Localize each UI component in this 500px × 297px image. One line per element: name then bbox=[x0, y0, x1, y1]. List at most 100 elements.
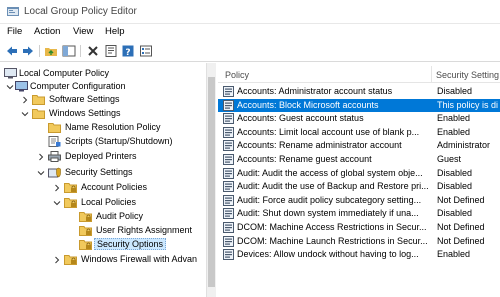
help-icon[interactable]: ? bbox=[121, 44, 135, 58]
policy-setting-icon bbox=[223, 99, 234, 111]
show-hide-tree-icon[interactable] bbox=[62, 44, 76, 58]
back-icon[interactable] bbox=[5, 44, 19, 58]
column-header-security-setting[interactable]: Security Setting bbox=[436, 70, 499, 80]
menu-bar: File Action View Help bbox=[0, 24, 500, 40]
chevron-right-icon[interactable] bbox=[21, 96, 29, 104]
table-row[interactable]: DCOM: Machine Access Restrictions in Sec… bbox=[218, 221, 500, 234]
svg-text:?: ? bbox=[125, 48, 130, 58]
tree-item-local-computer-policy[interactable]: Local Computer Policy bbox=[0, 68, 205, 81]
table-row[interactable]: Audit: Shut down system immediately if u… bbox=[218, 207, 500, 220]
tree-item-windows-firewall[interactable]: Windows Firewall with Advan bbox=[0, 254, 205, 267]
console-tree: Local Computer Policy Computer Configura… bbox=[0, 63, 216, 297]
column-divider[interactable] bbox=[431, 66, 432, 82]
folder-lock-icon bbox=[64, 183, 77, 193]
scrollbar-thumb[interactable] bbox=[208, 77, 215, 287]
table-row[interactable]: DCOM: Machine Launch Restrictions in Sec… bbox=[218, 235, 500, 248]
tree-item-security-settings[interactable]: Security Settings bbox=[0, 167, 205, 180]
folder-icon bbox=[48, 123, 61, 133]
chevron-down-icon[interactable] bbox=[6, 83, 14, 91]
tree-item-scripts[interactable]: Scripts (Startup/Shutdown) bbox=[0, 136, 205, 149]
tree-item-software-settings[interactable]: Software Settings bbox=[0, 94, 205, 107]
policy-setting-icon bbox=[223, 86, 234, 97]
tree-item-computer-configuration[interactable]: Computer Configuration bbox=[0, 81, 205, 94]
folder-lock-icon bbox=[64, 255, 77, 265]
chevron-right-icon[interactable] bbox=[53, 184, 61, 192]
menu-view[interactable]: View bbox=[73, 26, 93, 37]
menu-action[interactable]: Action bbox=[34, 26, 60, 37]
table-row[interactable]: Accounts: Limit local account use of bla… bbox=[218, 126, 500, 139]
toolbar-separator bbox=[80, 45, 81, 57]
policy-setting-icon bbox=[223, 249, 234, 261]
tree-item-audit-policy[interactable]: Audit Policy bbox=[0, 211, 205, 224]
tree-item-name-resolution-policy[interactable]: Name Resolution Policy bbox=[0, 122, 205, 135]
forward-icon[interactable] bbox=[21, 44, 35, 58]
tree-item-label: Security Settings bbox=[65, 167, 133, 177]
menu-help[interactable]: Help bbox=[105, 26, 125, 37]
tree-item-local-policies[interactable]: Local Policies bbox=[0, 197, 205, 210]
tree-item-deployed-printers[interactable]: Deployed Printers bbox=[0, 151, 205, 164]
table-row[interactable]: Accounts: Guest account status Enabled bbox=[218, 112, 500, 125]
policy-name: Audit: Shut down system immediately if u… bbox=[237, 208, 419, 219]
tree-item-label: Deployed Printers bbox=[65, 151, 137, 161]
table-row[interactable]: Devices: Allow undock without having to … bbox=[218, 248, 500, 261]
menu-file[interactable]: File bbox=[7, 26, 22, 37]
tree-item-account-policies[interactable]: Account Policies bbox=[0, 182, 205, 195]
up-folder-icon[interactable] bbox=[44, 44, 58, 58]
table-row[interactable]: Accounts: Rename guest account Guest bbox=[218, 153, 500, 166]
security-setting-value: Not Defined bbox=[437, 222, 485, 232]
policy-list: Policy Security Setting Accounts: Admini… bbox=[218, 63, 500, 297]
chevron-down-icon[interactable] bbox=[21, 110, 29, 118]
chevron-right-icon[interactable] bbox=[53, 256, 61, 264]
policy-name: Accounts: Guest account status bbox=[237, 113, 364, 124]
security-setting-value: This policy is di bbox=[437, 99, 499, 110]
policy-setting-icon bbox=[223, 194, 234, 206]
tree-item-windows-settings[interactable]: Windows Settings bbox=[0, 108, 205, 121]
export-list-icon[interactable] bbox=[139, 44, 153, 58]
policy-setting-icon bbox=[223, 167, 234, 179]
tree-item-label: Windows Firewall with Advan bbox=[81, 254, 198, 264]
chevron-right-icon[interactable] bbox=[37, 153, 45, 161]
tree-item-label: Local Policies bbox=[81, 197, 137, 207]
security-setting-value: Guest bbox=[437, 154, 462, 164]
policy-name: Devices: Allow undock without having to … bbox=[237, 249, 419, 260]
table-row[interactable]: Accounts: Administrator account status Di… bbox=[218, 85, 500, 98]
list-header: Policy Security Setting bbox=[218, 63, 500, 83]
policy-setting-icon bbox=[223, 126, 234, 138]
table-row[interactable]: Audit: Audit the access of global system… bbox=[218, 167, 500, 180]
security-setting-value: Disabled bbox=[437, 181, 473, 192]
folder-icon bbox=[32, 109, 45, 119]
chevron-down-icon[interactable] bbox=[53, 199, 61, 207]
tree-item-label: Scripts (Startup/Shutdown) bbox=[65, 136, 173, 146]
policy-setting-icon bbox=[223, 235, 234, 247]
tree-scrollbar[interactable] bbox=[206, 63, 216, 297]
policy-name: Accounts: Rename guest account bbox=[237, 154, 372, 164]
printer-icon bbox=[48, 151, 61, 162]
policy-name: Accounts: Limit local account use of bla… bbox=[237, 126, 420, 137]
column-header-policy[interactable]: Policy bbox=[225, 70, 249, 80]
tree-item-label: Windows Settings bbox=[49, 108, 121, 118]
policy-name: Accounts: Rename administrator account bbox=[237, 140, 402, 151]
table-row[interactable]: Audit: Force audit policy subcategory se… bbox=[218, 194, 500, 207]
delete-icon[interactable] bbox=[86, 44, 100, 58]
policy-setting-icon bbox=[223, 208, 234, 220]
tree-item-user-rights-assignment[interactable]: User Rights Assignment bbox=[0, 225, 205, 238]
scripts-icon bbox=[48, 136, 61, 147]
properties-icon[interactable] bbox=[104, 44, 118, 58]
folder-icon bbox=[32, 95, 45, 105]
security-setting-value: Not Defined bbox=[437, 194, 485, 205]
policy-name: DCOM: Machine Access Restrictions in Sec… bbox=[237, 222, 427, 232]
table-row[interactable]: Audit: Audit the use of Backup and Resto… bbox=[218, 180, 500, 193]
table-row[interactable]: Accounts: Rename administrator account Ad… bbox=[218, 139, 500, 152]
title-bar: Local Group Policy Editor bbox=[0, 0, 500, 24]
tree-item-security-options[interactable]: Security Options bbox=[0, 238, 205, 252]
chevron-down-icon[interactable] bbox=[37, 169, 45, 177]
tree-item-label: Security Options bbox=[94, 238, 167, 250]
computer-policy-icon bbox=[4, 68, 17, 79]
security-setting-value: Disabled bbox=[437, 86, 473, 96]
computer-icon bbox=[15, 81, 28, 92]
table-row[interactable]: Accounts: Block Microsoft accounts This p… bbox=[218, 98, 500, 112]
tree-item-label: User Rights Assignment bbox=[96, 225, 193, 235]
window-title: Local Group Policy Editor bbox=[24, 6, 137, 17]
group-policy-app-icon bbox=[7, 7, 19, 16]
tree-item-label: Name Resolution Policy bbox=[65, 122, 161, 132]
